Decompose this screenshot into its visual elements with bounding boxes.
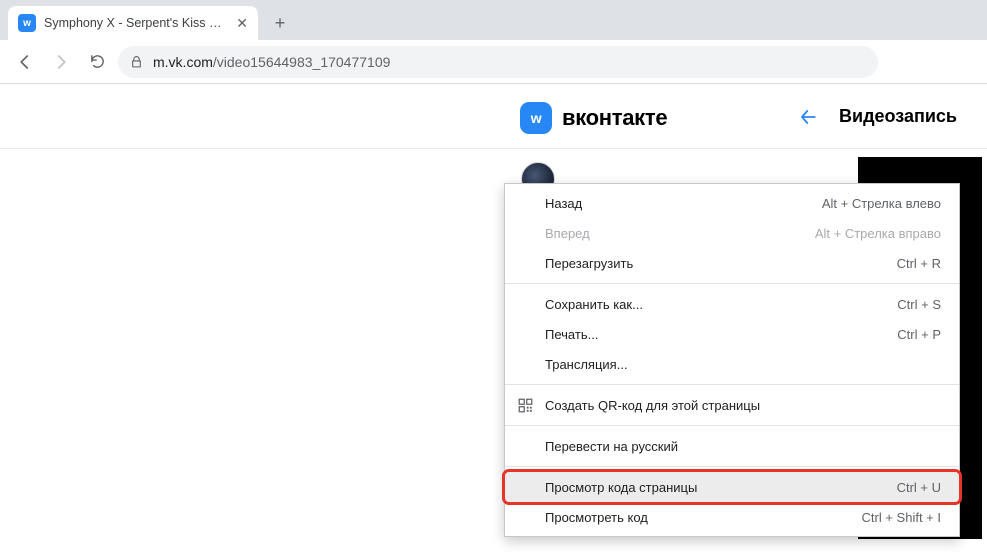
ctx-inspect[interactable]: Просмотреть код Ctrl + Shift + I — [505, 502, 959, 532]
ctx-forward: Вперед Alt + Стрелка вправо — [505, 218, 959, 248]
ctx-view-source[interactable]: Просмотр кода страницы Ctrl + U — [505, 472, 959, 502]
page-section-title: Видеозапись — [839, 106, 957, 127]
ctx-print[interactable]: Печать... Ctrl + P — [505, 319, 959, 349]
address-bar[interactable]: m.vk.com/video15644983_170477109 — [118, 46, 878, 78]
url-text: m.vk.com/video15644983_170477109 — [153, 54, 390, 70]
ctx-inspect-label: Просмотреть код — [545, 510, 862, 525]
ctx-print-label: Печать... — [545, 327, 897, 342]
page-back-arrow-icon[interactable] — [797, 108, 819, 126]
ctx-separator — [505, 283, 959, 284]
vk-favicon: w — [18, 14, 36, 32]
url-host: m.vk.com — [153, 54, 213, 70]
ctx-save-as[interactable]: Сохранить как... Ctrl + S — [505, 289, 959, 319]
reload-button[interactable] — [82, 47, 112, 77]
ctx-reload-label: Перезагрузить — [545, 256, 897, 271]
ctx-translate-label: Перевести на русский — [545, 439, 941, 454]
url-path: /video15644983_170477109 — [213, 54, 391, 70]
ctx-back-shortcut: Alt + Стрелка влево — [822, 196, 941, 211]
ctx-cast-label: Трансляция... — [545, 357, 941, 372]
close-tab-icon[interactable]: ✕ — [236, 15, 248, 32]
browser-toolbar: m.vk.com/video15644983_170477109 — [0, 40, 987, 84]
browser-tab[interactable]: w Symphony X - Serpent's Kiss — В ✕ — [8, 6, 258, 40]
ctx-separator — [505, 466, 959, 467]
ctx-back[interactable]: Назад Alt + Стрелка влево — [505, 188, 959, 218]
qr-icon — [517, 397, 533, 413]
context-menu: Назад Alt + Стрелка влево Вперед Alt + С… — [504, 183, 960, 537]
header-divider — [0, 148, 987, 149]
new-tab-button[interactable]: + — [266, 9, 294, 37]
lock-icon — [130, 55, 143, 69]
ctx-separator — [505, 384, 959, 385]
ctx-reload-shortcut: Ctrl + R — [897, 256, 941, 271]
ctx-print-shortcut: Ctrl + P — [897, 327, 941, 342]
ctx-save-as-label: Сохранить как... — [545, 297, 897, 312]
tab-title: Symphony X - Serpent's Kiss — В — [44, 16, 228, 30]
vk-logo-icon: w — [520, 102, 552, 134]
back-button[interactable] — [10, 47, 40, 77]
tab-strip: w Symphony X - Serpent's Kiss — В ✕ + — [0, 0, 987, 40]
ctx-create-qr-label: Создать QR-код для этой страницы — [545, 398, 941, 413]
ctx-forward-shortcut: Alt + Стрелка вправо — [815, 226, 941, 241]
ctx-cast[interactable]: Трансляция... — [505, 349, 959, 379]
ctx-inspect-shortcut: Ctrl + Shift + I — [862, 510, 941, 525]
ctx-separator — [505, 425, 959, 426]
ctx-view-source-label: Просмотр кода страницы — [545, 480, 897, 495]
ctx-create-qr[interactable]: Создать QR-код для этой страницы — [505, 390, 959, 420]
page-viewport: w вконтакте Видеозапись Назад Alt + Стре… — [0, 84, 987, 555]
vk-header: w вконтакте Видеозапись — [0, 84, 987, 140]
ctx-view-source-shortcut: Ctrl + U — [897, 480, 941, 495]
ctx-reload[interactable]: Перезагрузить Ctrl + R — [505, 248, 959, 278]
ctx-save-as-shortcut: Ctrl + S — [897, 297, 941, 312]
ctx-forward-label: Вперед — [545, 226, 815, 241]
ctx-translate[interactable]: Перевести на русский — [505, 431, 959, 461]
ctx-back-label: Назад — [545, 196, 822, 211]
forward-button — [46, 47, 76, 77]
vk-brand[interactable]: w вконтакте — [520, 102, 667, 134]
vk-wordmark: вконтакте — [562, 105, 667, 131]
